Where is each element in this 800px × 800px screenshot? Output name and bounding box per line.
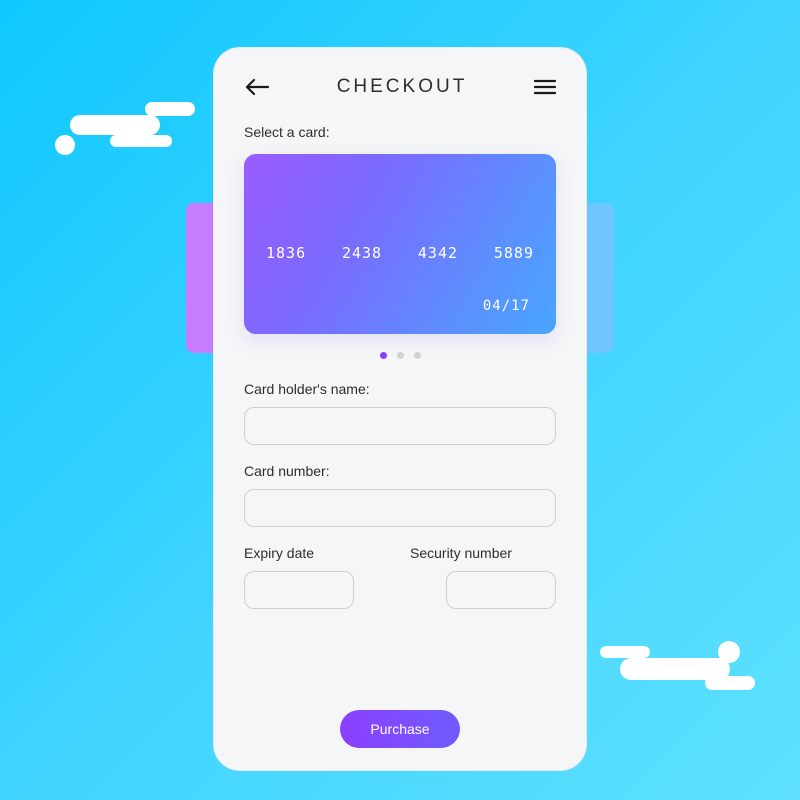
decor-blob bbox=[55, 135, 75, 155]
arrow-left-icon bbox=[244, 78, 270, 96]
decor-blob bbox=[70, 115, 160, 135]
security-label: Security number bbox=[410, 545, 512, 561]
expiry-label: Expiry date bbox=[244, 545, 390, 561]
carousel-dot[interactable] bbox=[380, 352, 387, 359]
card-number-display: 1836 2438 4342 5889 bbox=[266, 244, 534, 262]
decor-blob bbox=[110, 135, 172, 147]
security-input[interactable] bbox=[446, 571, 556, 609]
header: CHECKOUT bbox=[244, 76, 556, 98]
card-expiry-display: 04/17 bbox=[483, 298, 530, 314]
selected-card[interactable]: 1836 2438 4342 5889 04/17 bbox=[244, 154, 556, 334]
card-number-segment: 2438 bbox=[342, 244, 382, 262]
decor-blob bbox=[600, 646, 650, 658]
back-button[interactable] bbox=[244, 78, 270, 96]
menu-button[interactable] bbox=[534, 79, 556, 95]
card-number-segment: 4342 bbox=[418, 244, 458, 262]
card-number-segment: 1836 bbox=[266, 244, 306, 262]
purchase-button[interactable]: Purchase bbox=[340, 710, 459, 748]
card-holder-input[interactable] bbox=[244, 407, 556, 445]
select-card-label: Select a card: bbox=[244, 124, 556, 140]
carousel-indicator bbox=[244, 352, 556, 359]
hamburger-icon bbox=[534, 79, 556, 95]
checkout-panel: CHECKOUT Select a card: 1836 2438 4342 5… bbox=[214, 48, 586, 770]
expiry-input[interactable] bbox=[244, 571, 354, 609]
card-number-input[interactable] bbox=[244, 489, 556, 527]
decor-blob bbox=[145, 102, 195, 116]
carousel-dot[interactable] bbox=[414, 352, 421, 359]
page-title: CHECKOUT bbox=[337, 76, 468, 98]
decor-blob bbox=[718, 641, 740, 663]
carousel-dot[interactable] bbox=[397, 352, 404, 359]
card-holder-label: Card holder's name: bbox=[244, 381, 556, 397]
card-number-segment: 5889 bbox=[494, 244, 534, 262]
card-number-label: Card number: bbox=[244, 463, 556, 479]
decor-blob bbox=[705, 676, 755, 690]
